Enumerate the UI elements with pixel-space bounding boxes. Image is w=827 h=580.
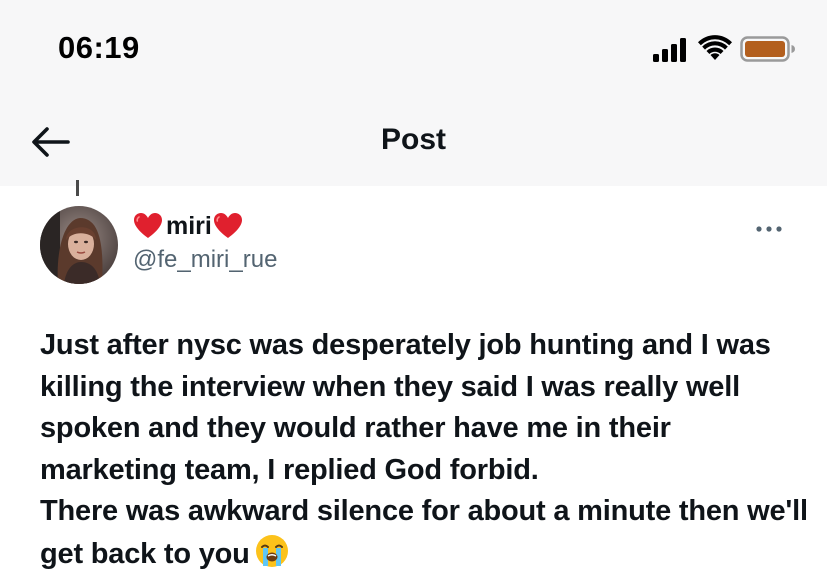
cellular-signal-icon [653,38,686,62]
red-heart-icon [213,213,242,238]
wifi-icon [698,35,732,60]
page-title: Post [380,123,446,156]
post-author: miri @fe_miri_rue [133,208,277,274]
user-handle[interactable]: @fe_miri_rue [133,246,277,274]
avatar[interactable] [40,206,118,284]
loudly-crying-face-icon [255,534,288,567]
battery-icon [740,36,795,62]
display-name-text: miri [166,211,212,240]
thread-connector-line [76,180,79,196]
status-bar: 06:19 [0,0,827,90]
post-text-paragraph-last: There was awkward silence for about a mi… [40,491,810,575]
status-time: 06:19 [58,30,140,65]
red-heart-icon [134,213,162,238]
post-text-line: There was awkward silence for about a mi… [40,495,808,570]
display-name[interactable]: miri [133,208,277,244]
post-text: Just after nysc was desperately job hunt… [40,325,810,575]
navigation-bar: Post [0,105,827,177]
post-screen: 06:19 Post miri @fe_miri_rue Just after … [0,0,827,580]
post-text-paragraph: Just after nysc was desperately job hunt… [40,329,771,486]
more-horizontal-icon[interactable] [752,216,786,242]
